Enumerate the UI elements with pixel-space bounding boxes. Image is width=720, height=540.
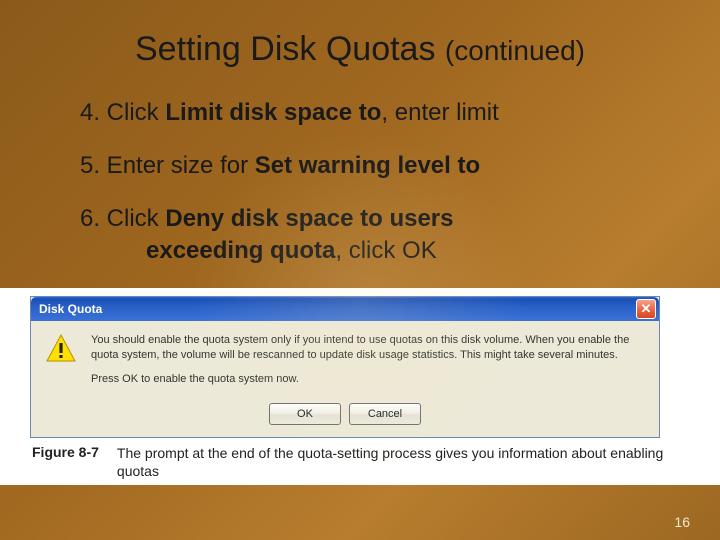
page-number: 16: [674, 514, 690, 530]
figure-caption: Figure 8-7 The prompt at the end of the …: [30, 444, 670, 480]
steps-list: 4. Click Limit disk space to, enter limi…: [80, 97, 670, 266]
dialog-titlebar: Disk Quota ✕: [31, 297, 659, 321]
step-num: 5.: [80, 152, 100, 179]
slide: Setting Disk Quotas (continued) 4. Click…: [0, 0, 720, 540]
slide-title: Setting Disk Quotas (continued): [50, 30, 670, 69]
dialog-message: You should enable the quota system only …: [91, 333, 645, 388]
dialog-msg-1: You should enable the quota system only …: [91, 333, 645, 363]
dialog-body: You should enable the quota system only …: [31, 321, 659, 398]
dialog-msg-2: Press OK to enable the quota system now.: [91, 372, 645, 387]
close-button[interactable]: ✕: [636, 299, 656, 319]
step-6: 6. Click Deny disk space to users exceed…: [80, 203, 670, 265]
figure-number: Figure 8-7: [32, 444, 99, 460]
figure-caption-text: The prompt at the end of the quota-setti…: [117, 444, 670, 480]
step-5: 5. Enter size for Set warning level to: [80, 150, 670, 181]
ok-button[interactable]: OK: [269, 403, 341, 425]
disk-quota-dialog: Disk Quota ✕ You should enable the quota…: [30, 296, 660, 439]
title-main: Setting Disk Quotas: [135, 30, 435, 68]
dialog-screenshot-area: Disk Quota ✕ You should enable the quota…: [0, 288, 720, 485]
warning-icon: [45, 333, 77, 365]
close-icon: ✕: [641, 302, 652, 315]
title-continued: (continued): [445, 35, 585, 66]
dialog-button-row: OK Cancel: [31, 397, 659, 437]
step-4: 4. Click Limit disk space to, enter limi…: [80, 97, 670, 128]
cancel-button[interactable]: Cancel: [349, 403, 421, 425]
step-6-line2: exceeding quota, click OK: [80, 235, 670, 266]
step-num: 4.: [80, 99, 100, 126]
step-num: 6.: [80, 205, 100, 232]
dialog-title: Disk Quota: [39, 302, 636, 316]
